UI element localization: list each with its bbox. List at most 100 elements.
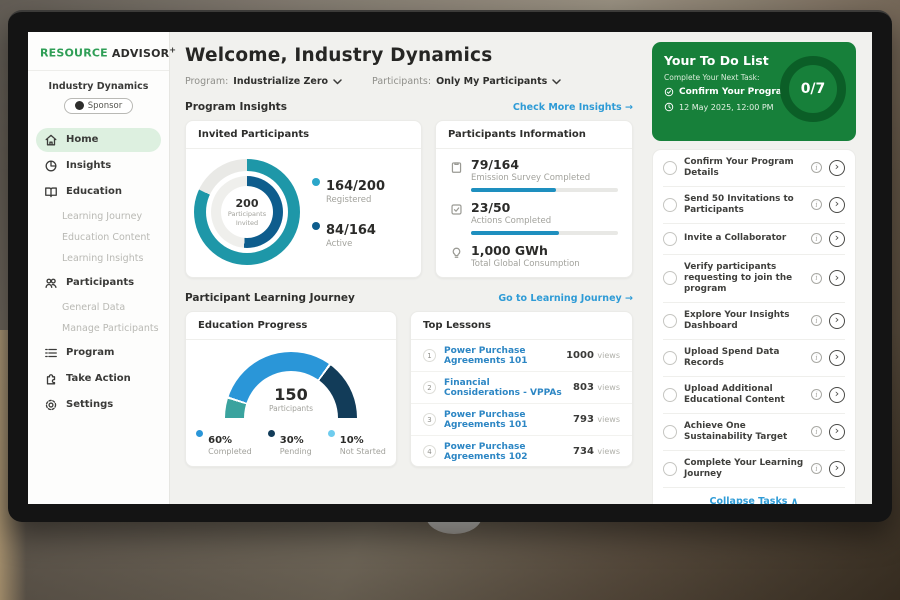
todo-header-card: Your To Do List Complete Your Next Task:… bbox=[652, 42, 856, 141]
check-more-insights-link[interactable]: Check More Insights → bbox=[513, 102, 633, 113]
sponsor-badge[interactable]: Sponsor bbox=[64, 98, 134, 114]
main-content: Welcome, Industry Dynamics Program: Indu… bbox=[170, 32, 648, 504]
sidebar-item-learning-insights[interactable]: Learning Insights bbox=[28, 248, 169, 269]
sidebar-item-participants[interactable]: Participants bbox=[36, 271, 161, 295]
sidebar-item-education-content[interactable]: Education Content bbox=[28, 227, 169, 248]
task-checkbox[interactable] bbox=[663, 425, 677, 439]
info-icon[interactable]: i bbox=[811, 389, 822, 400]
info-icon[interactable]: i bbox=[811, 233, 822, 244]
sidebar-item-education[interactable]: Education bbox=[36, 180, 161, 204]
arrow-right-icon: → bbox=[625, 293, 633, 304]
sidebar-item-general-data[interactable]: General Data bbox=[28, 297, 169, 318]
task-row: Invite a Collaborator i › bbox=[663, 224, 845, 255]
chevron-right-icon[interactable]: › bbox=[829, 160, 845, 176]
participants-information-title: Participants Information bbox=[436, 121, 632, 149]
info-icon[interactable]: i bbox=[811, 315, 822, 326]
todo-column: Your To Do List Complete Your Next Task:… bbox=[648, 32, 872, 504]
lesson-row: 3 Power Purchase Agreements 101 793 view… bbox=[411, 404, 632, 436]
legend-registered: 164/200Registered bbox=[312, 175, 385, 205]
chevron-right-icon[interactable]: › bbox=[829, 231, 845, 247]
participants-filter-dropdown[interactable]: Participants: Only My Participants bbox=[372, 76, 561, 87]
todo-progress-ring: 0/7 bbox=[780, 56, 846, 122]
task-row: Upload Additional Educational Content i … bbox=[663, 377, 845, 414]
page-title: Welcome, Industry Dynamics bbox=[185, 45, 633, 66]
task-checkbox[interactable] bbox=[663, 161, 677, 175]
insights-icon bbox=[44, 159, 58, 173]
task-row: Send 50 Invitations to Participants i › bbox=[663, 187, 845, 224]
book-icon bbox=[44, 185, 58, 199]
info-icon[interactable]: i bbox=[811, 199, 822, 210]
chevron-right-icon[interactable]: › bbox=[829, 197, 845, 213]
lesson-link[interactable]: Financial Considerations - VPPAs bbox=[444, 378, 565, 398]
chevron-down-icon bbox=[552, 79, 561, 85]
actions-completed-progress-bar bbox=[471, 231, 618, 235]
task-row: Explore Your Insights Dashboard i › bbox=[663, 303, 845, 340]
monitor-bezel: RESOURCE ADVISOR+ Industry Dynamics Spon… bbox=[8, 10, 892, 522]
lightbulb-icon bbox=[450, 246, 463, 260]
chevron-right-icon[interactable]: › bbox=[829, 270, 845, 286]
task-checkbox[interactable] bbox=[663, 462, 677, 476]
sidebar-item-settings[interactable]: Settings bbox=[36, 393, 161, 417]
task-row: Complete Your Learning Journey i › bbox=[663, 451, 845, 488]
lesson-row: 4 Power Purchase Agreements 102 734 view… bbox=[411, 436, 632, 467]
stat-emission-survey: 79/164 Emission Survey Completed bbox=[436, 149, 632, 192]
program-filter-dropdown[interactable]: Program: Industrialize Zero bbox=[185, 76, 342, 87]
lesson-row: 2 Financial Considerations - VPPAs 803 v… bbox=[411, 372, 632, 404]
sidebar-item-manage-participants[interactable]: Manage Participants bbox=[28, 318, 169, 339]
task-checkbox[interactable] bbox=[663, 232, 677, 246]
lesson-row: 1 Power Purchase Agreements 101 1000 vie… bbox=[411, 340, 632, 372]
chevron-right-icon[interactable]: › bbox=[829, 350, 845, 366]
gear-icon bbox=[44, 398, 58, 412]
go-to-learning-journey-link[interactable]: Go to Learning Journey → bbox=[498, 293, 633, 304]
sidebar-item-home[interactable]: Home bbox=[36, 128, 161, 152]
org-name: Industry Dynamics bbox=[32, 81, 165, 92]
gauge-legend: 60%Completed 30%Pending 10%Not Started bbox=[196, 428, 386, 456]
legend-dot-pending bbox=[268, 430, 275, 437]
chevron-right-icon[interactable]: › bbox=[829, 313, 845, 329]
clipboard-icon bbox=[450, 160, 463, 174]
info-icon[interactable]: i bbox=[811, 426, 822, 437]
task-checkbox[interactable] bbox=[663, 198, 677, 212]
legend-dot-completed bbox=[196, 430, 203, 437]
sidebar-item-insights[interactable]: Insights bbox=[36, 154, 161, 178]
donut-center: 200 Participants Invited bbox=[221, 186, 273, 238]
education-progress-gauge-chart: 150 Participants bbox=[225, 352, 357, 418]
clock-icon bbox=[664, 102, 674, 112]
legend-pending: 30%Pending bbox=[268, 428, 312, 456]
info-icon[interactable]: i bbox=[811, 162, 822, 173]
invited-participants-title: Invited Participants bbox=[186, 121, 421, 149]
info-icon[interactable]: i bbox=[811, 463, 822, 474]
task-row: Verify participants requesting to join t… bbox=[663, 255, 845, 303]
legend-dot-not-started bbox=[328, 430, 335, 437]
task-checkbox[interactable] bbox=[663, 314, 677, 328]
legend-completed: 60%Completed bbox=[196, 428, 252, 456]
task-checkbox[interactable] bbox=[663, 271, 677, 285]
task-checkbox[interactable] bbox=[663, 388, 677, 402]
emission-survey-progress-bar bbox=[471, 188, 618, 192]
chevron-right-icon[interactable]: › bbox=[829, 387, 845, 403]
participants-information-card: Participants Information 79/164 Emission… bbox=[435, 120, 633, 278]
collapse-tasks-link[interactable]: Collapse Tasks ∧ bbox=[663, 488, 845, 504]
task-row: Confirm Your Program Details i › bbox=[663, 150, 845, 187]
lesson-link[interactable]: Power Purchase Agreements 102 bbox=[444, 442, 565, 462]
invited-participants-donut-chart: 200 Participants Invited bbox=[194, 159, 300, 265]
info-icon[interactable]: i bbox=[811, 273, 822, 284]
task-checkbox[interactable] bbox=[663, 351, 677, 365]
sidebar-nav: Home Insights Education Learning Journey… bbox=[28, 124, 169, 421]
invited-participants-card: Invited Participants 200 Participants In… bbox=[185, 120, 422, 278]
sidebar-item-learning-journey[interactable]: Learning Journey bbox=[28, 206, 169, 227]
arrow-right-icon: → bbox=[625, 102, 633, 113]
top-lessons-card: Top Lessons 1 Power Purchase Agreements … bbox=[410, 311, 633, 467]
lesson-link[interactable]: Power Purchase Agreements 101 bbox=[444, 346, 558, 366]
info-icon[interactable]: i bbox=[811, 352, 822, 363]
lesson-link[interactable]: Power Purchase Agreements 101 bbox=[444, 410, 565, 430]
program-insights-heading: Program Insights bbox=[185, 101, 287, 113]
sponsor-icon bbox=[75, 101, 84, 110]
stat-global-consumption: 1,000 GWh Total Global Consumption bbox=[436, 235, 632, 269]
list-icon bbox=[44, 346, 58, 360]
sidebar-item-take-action[interactable]: Take Action bbox=[36, 367, 161, 391]
sidebar-item-program[interactable]: Program bbox=[36, 341, 161, 365]
app-logo: RESOURCE ADVISOR+ bbox=[28, 32, 169, 71]
chevron-right-icon[interactable]: › bbox=[829, 461, 845, 477]
chevron-right-icon[interactable]: › bbox=[829, 424, 845, 440]
